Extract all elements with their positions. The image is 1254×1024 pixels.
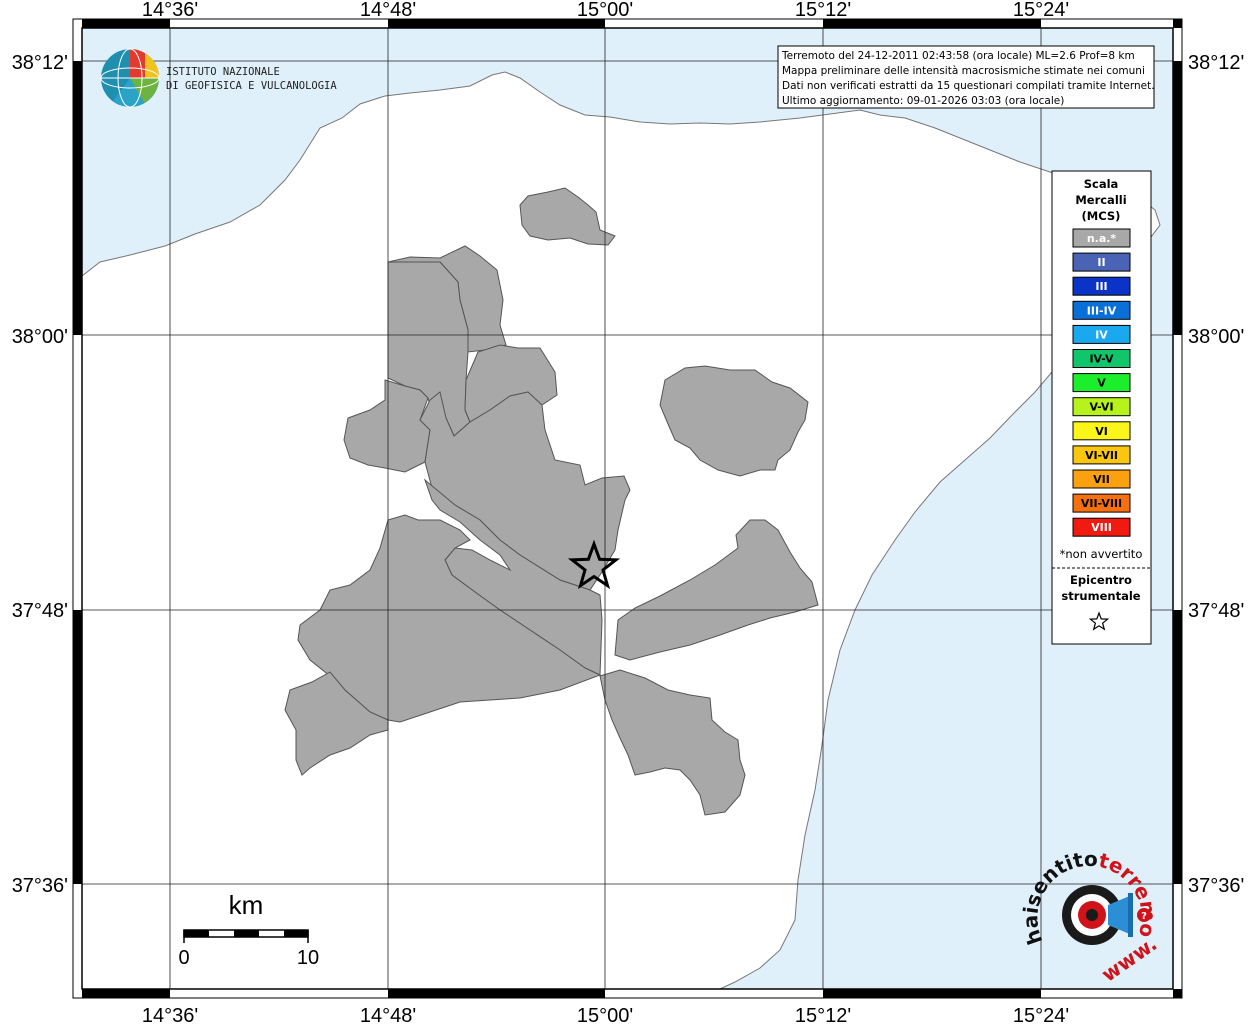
legend-label: V-VI xyxy=(1089,401,1113,414)
info-line1: Terremoto del 24-12-2011 02:43:58 (ora l… xyxy=(781,50,1135,62)
legend-label: VIII xyxy=(1091,521,1112,534)
scale-max: 10 xyxy=(297,947,319,969)
legend-label: VI xyxy=(1095,425,1108,438)
lon-label: 14°36' xyxy=(142,0,198,21)
legend-label: III xyxy=(1095,280,1107,293)
mercalli-legend: Scala Mercalli (MCS) n.a.*IIIIIIII-IVIVI… xyxy=(1051,170,1152,645)
legend-label: IV-V xyxy=(1089,353,1114,366)
legend-epicenter-line2: strumentale xyxy=(1061,589,1140,603)
lat-label: 37°48' xyxy=(1188,600,1244,622)
lon-labels-bottom: 14°36' 14°48' 15°00' 15°12' 15°24' xyxy=(142,1005,1069,1024)
frame-bar xyxy=(82,989,170,998)
info-line4: Ultimo aggiornamento: 09-01-2026 03:03 (… xyxy=(782,95,1064,107)
lon-label: 15°00' xyxy=(577,0,633,21)
lat-label: 37°48' xyxy=(12,600,68,622)
lon-label: 14°36' xyxy=(142,1005,198,1024)
frame-bar xyxy=(388,989,605,998)
frame-bar xyxy=(388,19,605,28)
lon-label: 14°48' xyxy=(360,0,416,21)
svg-text:?: ? xyxy=(1141,911,1147,922)
lon-label: 15°24' xyxy=(1013,1005,1069,1024)
lat-label: 38°12' xyxy=(1188,52,1244,74)
legend-label: VI-VII xyxy=(1085,449,1118,462)
legend-title-line3: (MCS) xyxy=(1082,209,1121,223)
legend-title-line2: Mercalli xyxy=(1075,193,1126,207)
info-line2: Mappa preliminare delle intensità macros… xyxy=(782,65,1145,77)
lat-labels-right: 38°12' 38°00' 37°48' 37°36' xyxy=(1188,52,1244,897)
logo-line2: DI GEOFISICA E VULCANOLOGIA xyxy=(166,80,337,92)
legend-title-line1: Scala xyxy=(1084,177,1119,191)
lon-label: 15°12' xyxy=(795,1005,851,1024)
legend-label: II xyxy=(1097,256,1105,269)
lon-label: 15°24' xyxy=(1013,0,1069,21)
lat-label: 38°00' xyxy=(1188,326,1244,348)
lon-label: 15°12' xyxy=(795,0,851,21)
lon-label: 15°00' xyxy=(577,1005,633,1024)
ingv-globe-icon xyxy=(100,48,160,108)
legend-label: IV xyxy=(1095,328,1108,341)
lat-label: 37°36' xyxy=(12,875,68,897)
frame-bar xyxy=(1173,610,1182,884)
legend-label: n.a.* xyxy=(1087,232,1117,245)
logo-line1: ISTITUTO NAZIONALE xyxy=(166,66,280,78)
scale-min: 0 xyxy=(178,947,189,969)
info-box: Terremoto del 24-12-2011 02:43:58 (ora l… xyxy=(777,45,1155,109)
legend-note: *non avvertito xyxy=(1060,547,1143,561)
legend-epicenter-line1: Epicentro xyxy=(1070,573,1132,587)
frame-bar xyxy=(823,19,1041,28)
legend-label: III-IV xyxy=(1087,304,1117,317)
lon-label: 14°48' xyxy=(360,1005,416,1024)
frame-bar xyxy=(1173,61,1182,335)
frame-bar xyxy=(73,61,82,335)
frame-bar xyxy=(823,989,1041,998)
legend-label: V xyxy=(1097,377,1106,390)
frame-bar xyxy=(1173,989,1182,998)
scale-unit: km xyxy=(229,890,264,920)
legend-label: VII-VIII xyxy=(1081,497,1122,510)
legend-label: VII xyxy=(1093,473,1110,486)
info-line3: Dati non verificati estratti da 15 quest… xyxy=(782,80,1155,92)
lat-label: 38°00' xyxy=(12,326,68,348)
intensity-map: 14°36' 14°48' 15°00' 15°12' 15°24' 14°36… xyxy=(0,0,1244,1024)
lat-label: 37°36' xyxy=(1188,875,1244,897)
lat-labels-left: 38°12' 38°00' 37°48' 37°36' xyxy=(12,52,68,897)
frame-bar xyxy=(73,610,82,884)
lon-labels-top: 14°36' 14°48' 15°00' 15°12' 15°24' xyxy=(142,0,1069,21)
frame-bar xyxy=(1173,19,1182,28)
lat-label: 38°12' xyxy=(12,52,68,74)
